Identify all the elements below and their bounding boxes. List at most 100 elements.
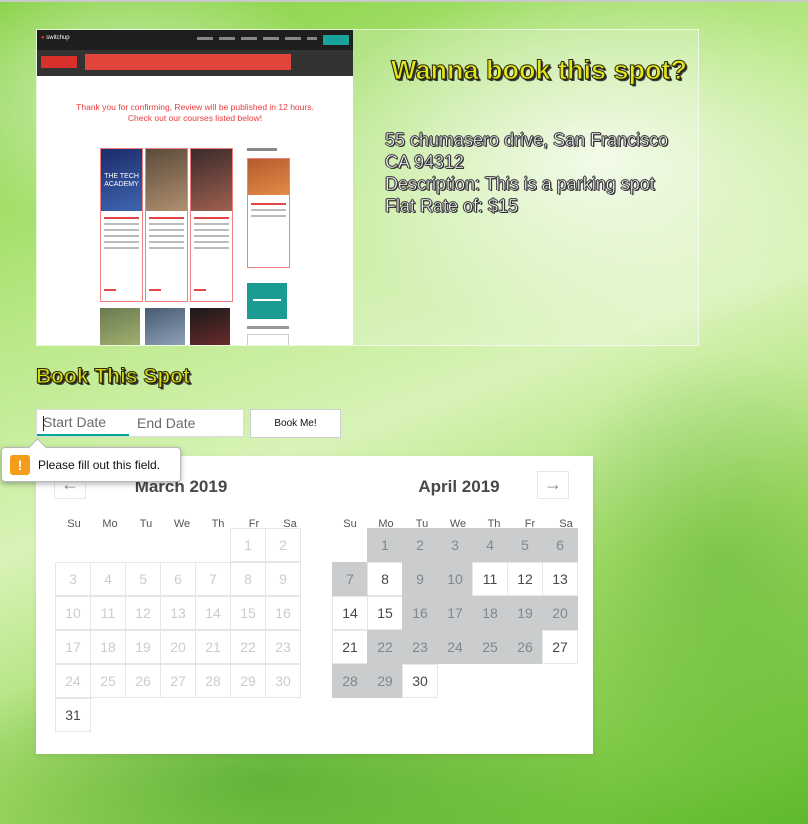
calendar-day: 5 xyxy=(507,528,543,562)
calendar-day: 2 xyxy=(265,528,301,562)
calendar-day: 16 xyxy=(402,596,438,630)
thumbnail-side-list xyxy=(247,326,289,329)
calendar-day: 20 xyxy=(542,596,578,630)
calendar-week: 17 18 19 20 21 22 23 xyxy=(55,630,307,664)
book-me-button[interactable]: Book Me! xyxy=(250,409,341,438)
thumbnail-course-card xyxy=(145,148,188,302)
calendar-day: 1 xyxy=(230,528,266,562)
calendar-day: 8 xyxy=(230,562,266,596)
weekday-header: Su Mo Tu We Th Fr Sa xyxy=(332,514,584,530)
calendar-day: 24 xyxy=(437,630,473,664)
top-strip xyxy=(0,0,808,2)
spot-rate: Flat Rate of: $15 xyxy=(385,196,519,217)
calendar-empty-cell xyxy=(195,528,231,562)
spot-description: Description: This is a parking spot xyxy=(385,174,655,195)
calendar-day[interactable]: 15 xyxy=(367,596,403,630)
thumbnail-thank-you-text: Thank you for confirming, Review will be… xyxy=(76,102,314,123)
spot-title: Wanna book this spot? xyxy=(391,55,688,86)
thumbnail-teal-box xyxy=(247,283,287,319)
calendar-day: 6 xyxy=(542,528,578,562)
calendar-day: 12 xyxy=(125,596,161,630)
start-date-input[interactable] xyxy=(37,410,129,436)
calendar-day: 26 xyxy=(507,630,543,664)
calendar-day: 28 xyxy=(195,664,231,698)
calendar-day: 4 xyxy=(472,528,508,562)
calendar-day: 9 xyxy=(402,562,438,596)
calendar-day: 13 xyxy=(160,596,196,630)
thumbnail-course-card: THE TECH ACADEMY xyxy=(100,148,143,302)
booking-heading: Book This Spot xyxy=(36,365,191,389)
calendar-week: 24 25 26 27 28 29 30 xyxy=(55,664,307,698)
calendar-day[interactable]: 13 xyxy=(542,562,578,596)
warning-icon: ! xyxy=(10,455,30,475)
calendar-popup: ← → March 2019 April 2019 Su Mo Tu We Th Fr Sa… xyxy=(36,456,593,754)
calendar-day: 22 xyxy=(230,630,266,664)
thumbnail-image xyxy=(100,308,140,345)
calendar-day: 1 xyxy=(367,528,403,562)
date-range-picker[interactable] xyxy=(36,409,244,437)
calendar-day: 7 xyxy=(195,562,231,596)
calendar-day: 29 xyxy=(230,664,266,698)
calendar-week: 28 29 30 xyxy=(332,664,584,698)
calendar-week: 10 11 12 13 14 15 16 xyxy=(55,596,307,630)
calendar-week: 7 8 9 10 11 12 13 xyxy=(332,562,584,596)
calendar-day: 28 xyxy=(332,664,368,698)
calendar-day[interactable]: 14 xyxy=(332,596,368,630)
calendar-day: 22 xyxy=(367,630,403,664)
calendar-day: 27 xyxy=(160,664,196,698)
calendar-day: 18 xyxy=(90,630,126,664)
weekday-header: Su Mo Tu We Th Fr Sa xyxy=(56,514,308,530)
calendar-day: 14 xyxy=(195,596,231,630)
calendar-day[interactable]: 11 xyxy=(472,562,508,596)
calendar-day: 29 xyxy=(367,664,403,698)
calendar-day: 16 xyxy=(265,596,301,630)
thumbnail-side-input xyxy=(247,334,289,345)
text-caret xyxy=(43,416,44,431)
calendar-day: 17 xyxy=(437,596,473,630)
spot-address-line2: CA 94312 xyxy=(385,152,465,173)
calendar-day: 17 xyxy=(55,630,91,664)
thumbnail-banner xyxy=(37,50,353,76)
calendar-week: 31 xyxy=(55,698,307,732)
calendar-empty-cell xyxy=(160,528,196,562)
calendar-day: 20 xyxy=(160,630,196,664)
calendar-week: 21 22 23 24 25 26 27 xyxy=(332,630,584,664)
validation-tooltip: ! Please fill out this field. xyxy=(1,447,181,482)
thumbnail-nav-links xyxy=(197,37,317,40)
calendar-day: 23 xyxy=(265,630,301,664)
calendar-week: 3456789 xyxy=(55,562,307,596)
calendar-day: 23 xyxy=(402,630,438,664)
calendar-day: 30 xyxy=(265,664,301,698)
calendar-day: 21 xyxy=(195,630,231,664)
calendar-day: 25 xyxy=(90,664,126,698)
month-grid: 1 2 3 4 5 6 7 8 9 10 11 12 13 14 15 16 17 18 19 20 21 22 23 24 2… xyxy=(55,528,307,732)
calendar-day: 10 xyxy=(55,596,91,630)
calendar-day: 7 xyxy=(332,562,368,596)
calendar-week: 14 15 16 17 18 19 20 xyxy=(332,596,584,630)
calendar-day[interactable]: 27 xyxy=(542,630,578,664)
calendar-empty-cell xyxy=(55,528,91,562)
calendar-day: 9 xyxy=(265,562,301,596)
calendar-day: 2 xyxy=(402,528,438,562)
thumbnail-logo: ● switchup xyxy=(41,35,70,41)
calendar-day: 18 xyxy=(472,596,508,630)
calendar-day[interactable]: 21 xyxy=(332,630,368,664)
calendar-day[interactable]: 30 xyxy=(402,664,438,698)
validation-message: Please fill out this field. xyxy=(38,458,161,472)
calendar-empty-cell xyxy=(332,528,368,562)
thumbnail-side-card xyxy=(247,158,290,268)
calendar-day[interactable]: 8 xyxy=(367,562,403,596)
calendar-day: 10 xyxy=(437,562,473,596)
thumbnail-course-card xyxy=(190,148,233,302)
calendar-week: 123456 xyxy=(332,528,584,562)
thumbnail-image xyxy=(145,308,185,345)
calendar-day: 25 xyxy=(472,630,508,664)
month-title: April 2019 xyxy=(418,477,500,496)
calendar-empty-cell xyxy=(125,528,161,562)
calendar-day: 4 xyxy=(90,562,126,596)
calendar-empty-cell xyxy=(90,528,126,562)
calendar-day[interactable]: 31 xyxy=(55,698,91,732)
end-date-input[interactable] xyxy=(131,410,223,436)
calendar-day: 19 xyxy=(125,630,161,664)
calendar-day[interactable]: 12 xyxy=(507,562,543,596)
